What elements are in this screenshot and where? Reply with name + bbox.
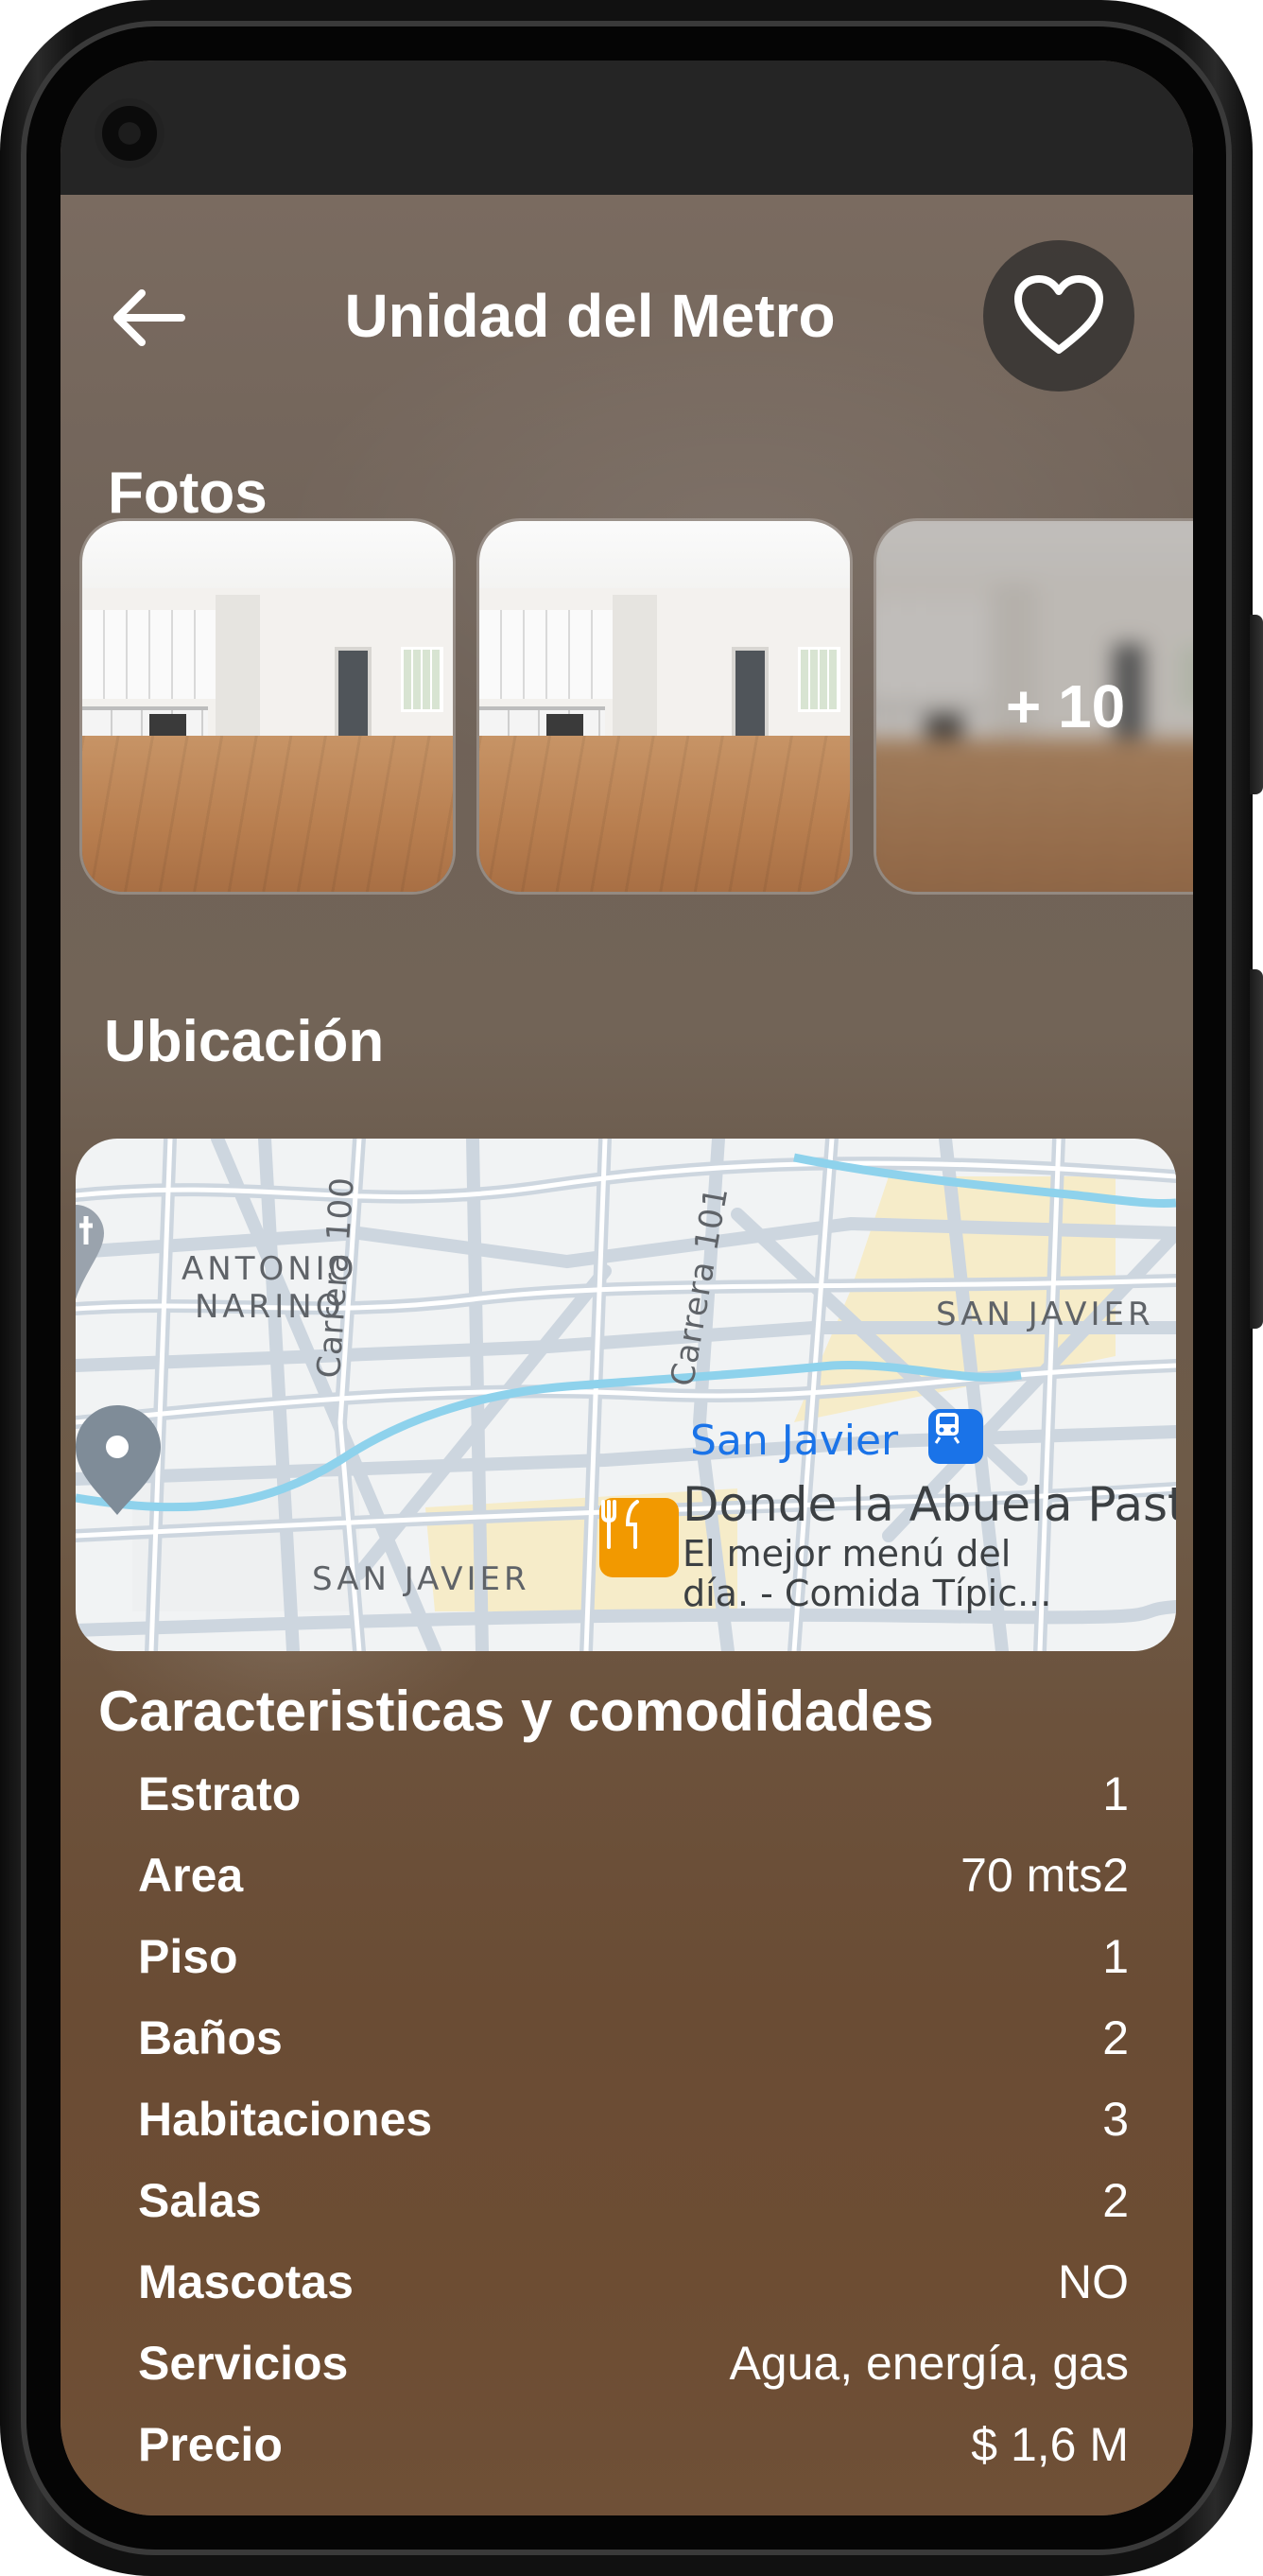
feature-label: Precio	[138, 2418, 283, 2471]
place-description: El mejor menú del día. - Comida Típic...	[683, 1534, 1051, 1613]
feature-row-habitaciones: Habitaciones 3	[138, 2079, 1129, 2160]
feature-label: Mascotas	[138, 2255, 354, 2308]
feature-row-servicios: Servicios Agua, energía, gas	[138, 2323, 1129, 2404]
camera-icon	[95, 98, 164, 168]
room-photo	[479, 521, 850, 892]
feature-label: Baños	[138, 2011, 283, 2064]
map-label-san-javier: SAN JAVIER	[312, 1560, 530, 1598]
volume-button	[1250, 615, 1263, 794]
feature-value: Agua, energía, gas	[729, 2337, 1129, 2390]
page-title: Unidad del Metro	[344, 282, 836, 350]
status-bar	[61, 61, 1193, 195]
photo-thumbnail[interactable]	[79, 518, 456, 895]
feature-row-salas: Salas 2	[138, 2160, 1129, 2241]
place-description-line: El mejor menú del	[683, 1533, 1012, 1575]
room-photo	[82, 521, 453, 892]
feature-label: Servicios	[138, 2337, 349, 2390]
feature-row-mascotas: Mascotas NO	[138, 2241, 1129, 2323]
map-label-san-javier: SAN JAVIER	[936, 1296, 1154, 1333]
feature-row-precio: Precio $ 1,6 M	[138, 2404, 1129, 2485]
feature-value: 1	[1102, 1930, 1129, 1983]
arrow-left-icon	[113, 289, 185, 346]
metro-station-label: San Javier	[690, 1417, 899, 1465]
feature-label: Estrato	[138, 1767, 302, 1820]
feature-row-banos: Baños 2	[138, 1997, 1129, 2079]
location-section-title: Ubicación	[104, 1009, 385, 1074]
feature-value: 3	[1102, 2093, 1129, 2146]
feature-row-piso: Piso 1	[138, 1916, 1129, 1997]
heart-icon	[1014, 275, 1103, 354]
feature-label: Area	[138, 1849, 244, 1902]
back-button[interactable]	[98, 269, 197, 367]
feature-value: 1	[1102, 1767, 1129, 1820]
feature-value: 70 mts2	[960, 1849, 1129, 1902]
more-photos-count: + 10	[1005, 672, 1126, 740]
fork-knife-icon	[599, 1498, 679, 1577]
more-photos-button[interactable]: + 10	[874, 518, 1193, 895]
feature-value: NO	[1058, 2255, 1129, 2308]
location-map[interactable]: ANTONIO NARINO SAN JAVIER SAN JAVIER Car…	[76, 1139, 1176, 1651]
place-description-line: día. - Comida Típic...	[683, 1573, 1052, 1614]
features-section-title: Caracteristicas y comodidades	[98, 1680, 934, 1743]
feature-label: Habitaciones	[138, 2093, 433, 2146]
feature-label: Piso	[138, 1930, 238, 1983]
features-list: Estrato 1 Area 70 mts2 Piso 1 Baños 2 Ha…	[138, 1753, 1129, 2485]
place-name: Donde la Abuela Past	[683, 1477, 1176, 1532]
feature-value: 2	[1102, 2174, 1129, 2227]
feature-row-area: Area 70 mts2	[138, 1835, 1129, 1916]
photo-thumbnail[interactable]	[476, 518, 853, 895]
train-icon	[928, 1409, 983, 1464]
feature-value: $ 1,6 M	[971, 2418, 1129, 2471]
feature-row-estrato: Estrato 1	[138, 1753, 1129, 1835]
app-screen: Unidad del Metro Fotos + 10 Ubicación AN…	[61, 61, 1193, 2515]
favorite-button[interactable]	[983, 240, 1134, 392]
feature-label: Salas	[138, 2174, 262, 2227]
feature-value: 2	[1102, 2011, 1129, 2064]
power-button	[1250, 969, 1263, 1329]
